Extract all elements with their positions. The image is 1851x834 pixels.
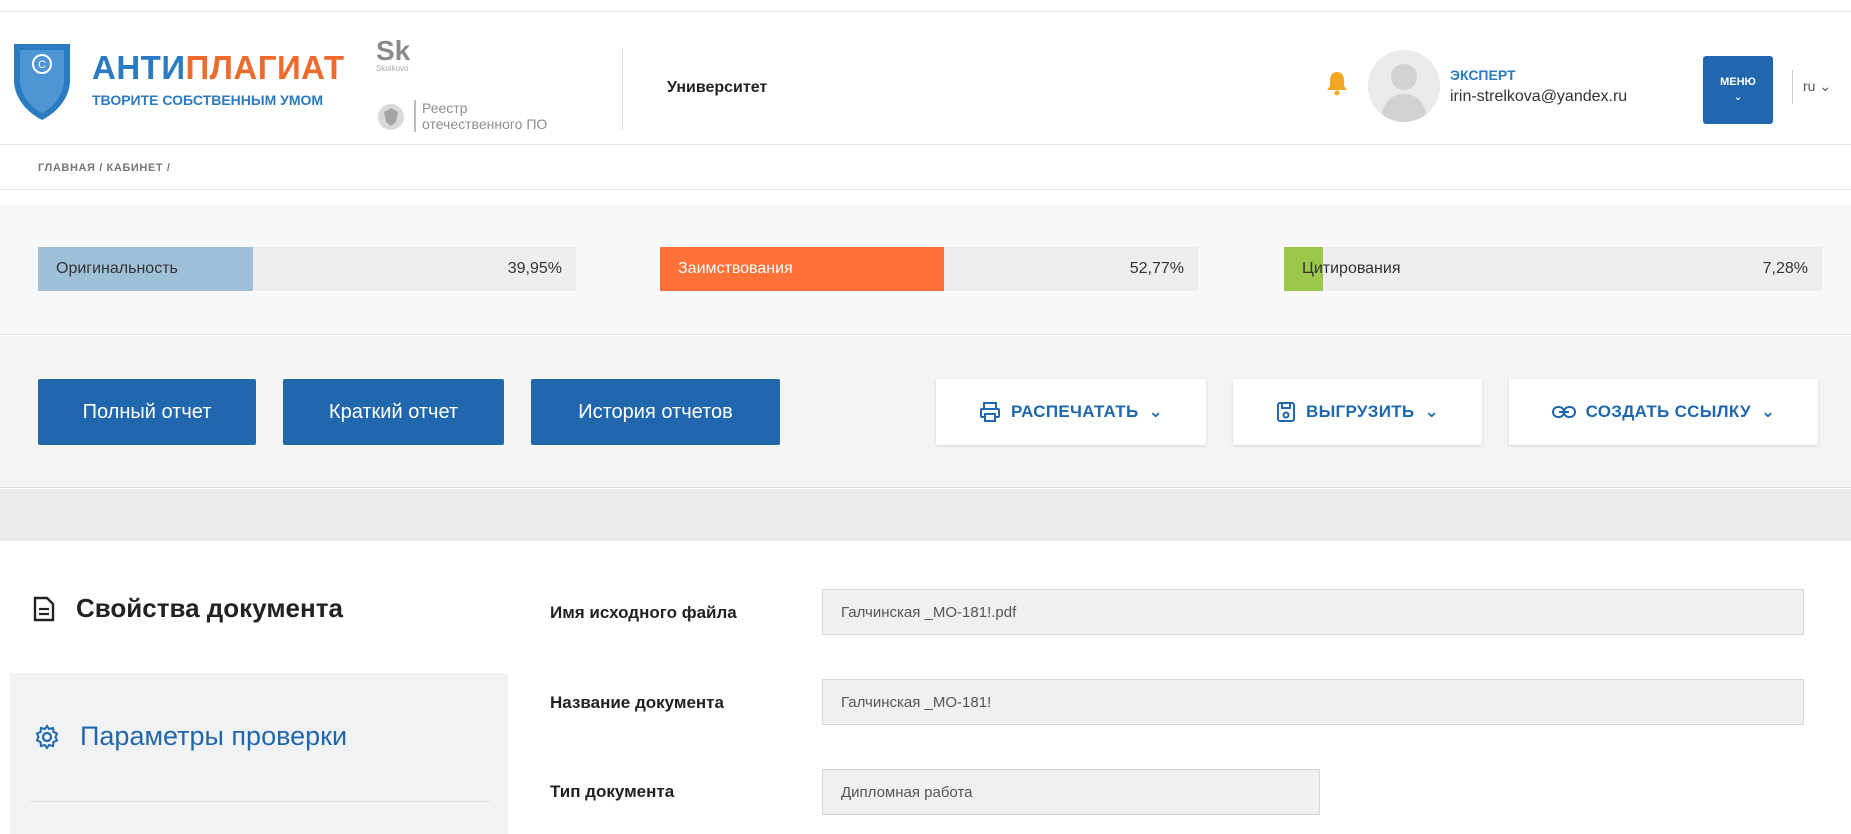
sidebar-divider bbox=[30, 801, 490, 802]
skolkovo-caption: Skolkovo bbox=[376, 64, 409, 73]
section-spacer bbox=[0, 489, 1851, 541]
logo-tagline: ТВОРИТЕ СОБСТВЕННЫМ УМОМ bbox=[92, 92, 324, 108]
save-file-icon bbox=[1277, 402, 1296, 422]
user-silhouette-icon bbox=[1380, 64, 1428, 122]
document-name-field[interactable]: Галчинская _МО-181! bbox=[822, 679, 1804, 725]
document-type-label: Тип документа bbox=[550, 782, 675, 801]
document-icon bbox=[33, 596, 55, 621]
logo-word-part2: ПЛАГИАТ bbox=[185, 49, 345, 86]
document-details: Свойства документа Параметры проверки Им… bbox=[0, 541, 1851, 834]
citations-label: Цитирования bbox=[1302, 260, 1401, 277]
create-link-button-label: СОЗДАТЬ ССЫЛКУ bbox=[1585, 402, 1751, 421]
breadcrumb-divider bbox=[0, 189, 1851, 190]
svg-text:C: C bbox=[38, 59, 46, 71]
source-file-field[interactable]: Галчинская _МО-181!.pdf bbox=[822, 589, 1804, 635]
header-divider bbox=[622, 48, 623, 130]
create-link-button[interactable]: СОЗДАТЬ ССЫЛКУ ⌄ bbox=[1509, 379, 1818, 445]
reestr-caption: Реестр отечественного ПО bbox=[422, 100, 592, 132]
breadcrumb[interactable]: ГЛАВНАЯ / КАБИНЕТ / bbox=[38, 162, 171, 174]
menu-button-label: МЕНЮ bbox=[1720, 76, 1756, 88]
borrowings-value: 52,77% bbox=[1129, 260, 1184, 277]
originality-stat: Оригинальность 39,95% bbox=[38, 247, 576, 291]
coat-of-arms-icon bbox=[378, 104, 404, 130]
site-header: C АНТИПЛАГИАТ ТВОРИТЕ СОБСТВЕННЫМ УМОМ S… bbox=[0, 12, 1851, 145]
reestr-line-1: Реестр bbox=[422, 100, 468, 116]
citations-stat: Цитирования 7,28% bbox=[1284, 247, 1822, 291]
sidebar-item-label: Параметры проверки bbox=[80, 721, 348, 751]
link-icon bbox=[1551, 406, 1576, 418]
full-report-button[interactable]: Полный отчет bbox=[38, 379, 256, 445]
language-selector[interactable]: ru ⌄ bbox=[1803, 78, 1831, 95]
details-sidebar: Свойства документа Параметры проверки bbox=[10, 541, 508, 834]
menu-button[interactable]: МЕНЮ ⌄ bbox=[1703, 56, 1773, 124]
logo-wordmark[interactable]: АНТИПЛАГИАТ bbox=[92, 50, 345, 86]
originality-label: Оригинальность bbox=[56, 260, 178, 277]
organization-name: Университет bbox=[667, 79, 768, 96]
print-button-label: РАСПЕЧАТАТЬ bbox=[1010, 402, 1139, 421]
borrowings-label: Заимствования bbox=[678, 260, 793, 277]
reestr-line-2: отечественного ПО bbox=[422, 116, 548, 132]
document-type-field[interactable]: Дипломная работа bbox=[822, 769, 1320, 815]
reestr-divider bbox=[414, 100, 416, 132]
citations-value: 7,28% bbox=[1762, 260, 1808, 277]
export-button[interactable]: ВЫГРУЗИТЬ ⌄ bbox=[1233, 379, 1482, 445]
avatar[interactable] bbox=[1368, 50, 1440, 122]
print-button[interactable]: РАСПЕЧАТАТЬ ⌄ bbox=[936, 379, 1206, 445]
chevron-down-icon: ⌄ bbox=[1148, 402, 1164, 421]
chevron-down-icon: ⌄ bbox=[1760, 402, 1776, 421]
source-file-label: Имя исходного файла bbox=[550, 603, 737, 622]
user-email[interactable]: irin-strelkova@yandex.ru bbox=[1450, 88, 1627, 106]
gear-icon bbox=[35, 723, 59, 750]
logo-word-part1: АНТИ bbox=[92, 49, 186, 86]
sk-mark: Sk bbox=[376, 35, 411, 66]
report-history-button[interactable]: История отчетов bbox=[531, 379, 780, 445]
export-button-label: ВЫГРУЗИТЬ bbox=[1306, 402, 1415, 421]
browser-bookmark-strip bbox=[0, 0, 1851, 12]
printer-icon bbox=[979, 402, 1000, 422]
sidebar-item-document-properties[interactable]: Свойства документа bbox=[10, 541, 508, 673]
chevron-down-icon: ⌄ bbox=[1424, 402, 1439, 421]
shield-logo-icon[interactable]: C bbox=[10, 38, 74, 122]
document-name-label: Название документа bbox=[550, 693, 724, 712]
user-role: ЭКСПЕРТ bbox=[1450, 67, 1516, 83]
report-actions-band: Полный отчет Краткий отчет История отчет… bbox=[0, 336, 1851, 488]
report-stats-band: Оригинальность 39,95% Заимствования 52,7… bbox=[0, 205, 1851, 335]
language-divider bbox=[1792, 70, 1793, 104]
originality-value: 39,95% bbox=[507, 260, 562, 277]
sidebar-item-label: Свойства документа bbox=[76, 593, 343, 623]
bell-icon[interactable] bbox=[1326, 70, 1348, 96]
sidebar-item-check-parameters-content[interactable]: Параметры проверки bbox=[34, 721, 347, 752]
chevron-down-icon: ⌄ bbox=[1733, 91, 1743, 103]
short-report-button[interactable]: Краткий отчет bbox=[283, 379, 504, 445]
borrowings-stat: Заимствования 52,77% bbox=[660, 247, 1198, 291]
sidebar-item-check-parameters[interactable] bbox=[10, 673, 508, 834]
